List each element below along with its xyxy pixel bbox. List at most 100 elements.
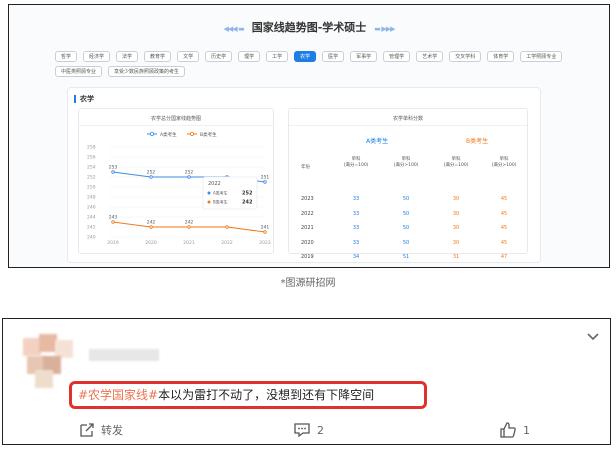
tab-7[interactable]: 工学 xyxy=(266,51,289,62)
tooltip-a-dot xyxy=(207,191,211,195)
tab-2[interactable]: 法学 xyxy=(116,51,139,62)
table-cell: 30 xyxy=(452,239,460,246)
like-button[interactable]: 1 xyxy=(499,422,530,438)
tooltip-b-value: 242 xyxy=(242,200,253,206)
comment-text: #农学国家线#本以为雷打不动了，没想到还有下降空间 xyxy=(69,381,427,409)
section-title: 农学 xyxy=(80,95,94,103)
tab-9[interactable]: 医学 xyxy=(322,51,345,62)
tab-11[interactable]: 管理学 xyxy=(383,51,411,62)
tab-17[interactable]: 享受少数民族照顾政策的考生 xyxy=(108,66,186,77)
comment-count: 2 xyxy=(317,423,324,437)
table-cell: 45 xyxy=(500,210,508,217)
table-cell: 47 xyxy=(500,254,508,260)
table-cell: 50 xyxy=(402,196,410,202)
screenshot-panel: ◀◀◀ ▬ 国家线趋势图-学术硕士 ▬ ▶▶▶ 哲学 经济学 法学 教育学 文学 历史学 理学工… xyxy=(8,4,610,268)
tab-8[interactable]: 农学 xyxy=(294,51,317,62)
tab-1[interactable]: 经济学 xyxy=(83,51,111,62)
y-tick-label: 246 xyxy=(87,205,96,211)
title-right-deco: ▬ ▶▶▶ xyxy=(374,25,395,33)
legend-marker xyxy=(190,131,195,136)
section-accent-bar xyxy=(74,95,76,103)
x-tick-label: 2023 xyxy=(259,240,271,246)
table-head-year: 年份 xyxy=(301,165,310,170)
trend-chart-box: 农学总分国家线趋势图 A类考生 B类考生 258 256 254 252 250 248 246… xyxy=(78,108,274,254)
table-cell: 50 xyxy=(402,210,410,217)
tab-13[interactable]: 交叉学科 xyxy=(449,51,482,62)
data-label: 243 xyxy=(109,215,118,221)
hashtag-link[interactable]: #农学国家线# xyxy=(78,388,158,402)
tab-4[interactable]: 文学 xyxy=(177,51,200,62)
legend-marker xyxy=(150,131,155,136)
x-tick-label: 2020 xyxy=(145,240,157,246)
y-tick-label: 240 xyxy=(87,235,96,241)
table-cell: 33 xyxy=(352,196,360,202)
username-blurred[interactable] xyxy=(89,349,159,361)
tab-12[interactable]: 艺术学 xyxy=(416,51,444,62)
tab-3[interactable]: 教育学 xyxy=(144,51,172,62)
tab-0[interactable]: 哲学 xyxy=(55,51,78,62)
data-label: 242 xyxy=(147,220,156,226)
y-tick-label: 258 xyxy=(87,145,96,151)
data-point xyxy=(187,225,191,229)
table-divider xyxy=(289,125,527,126)
repost-button[interactable]: 转发 xyxy=(79,422,123,438)
table-cell-year: 2020 xyxy=(301,239,314,246)
data-point xyxy=(111,220,115,224)
table-title: 农学单科分数 xyxy=(392,116,423,122)
single-score-table-box: 农学单科分数 A类考生 B类考生 年份 单科 (满分=100) 单科 (满分>100… xyxy=(288,108,528,260)
table-cell-year: 2023 xyxy=(301,196,314,202)
table-cell: 50 xyxy=(402,225,410,231)
page-title: ◀◀◀ ▬ 国家线趋势图-学术硕士 ▬ ▶▶▶ xyxy=(9,19,609,35)
trend-chart: A类考生 B类考生 258 256 254 252 250 248 246 244 242 240 20… xyxy=(87,131,271,246)
title-left-deco: ◀◀◀ ▬ xyxy=(223,25,245,33)
action-bar: 转发 2 1 xyxy=(3,422,610,440)
tooltip-b-dot xyxy=(207,200,211,204)
data-label: 252 xyxy=(147,170,156,176)
comment-icon xyxy=(294,423,310,438)
comment-card: #农学国家线#本以为雷打不动了，没想到还有下降空间 转发 2 1 xyxy=(2,318,611,445)
tooltip-a-value: 252 xyxy=(242,191,253,197)
content-card: 农学 农学总分国家线趋势图 A类考生 B类考生 258 256 254 252 250 248… xyxy=(67,87,541,263)
table-cell: 45 xyxy=(500,225,508,231)
comment-body: 本以为雷打不动了，没想到还有下降空间 xyxy=(158,388,375,402)
table-cell-year: 2021 xyxy=(301,225,314,231)
avatar[interactable] xyxy=(21,334,73,388)
data-label: 251 xyxy=(261,175,270,181)
share-icon xyxy=(80,423,94,437)
y-tick-label: 250 xyxy=(87,185,96,191)
tab-10[interactable]: 军事学 xyxy=(350,51,378,62)
tab-5[interactable]: 历史学 xyxy=(205,51,233,62)
data-label: 252 xyxy=(185,170,194,176)
comment-button[interactable]: 2 xyxy=(293,422,324,438)
table-cell: 30 xyxy=(452,225,460,231)
table-b-label: B类考生 xyxy=(466,138,489,145)
data-point xyxy=(263,230,267,234)
data-point xyxy=(111,170,115,174)
table-cell: 33 xyxy=(352,225,360,231)
thumbs-up-icon xyxy=(500,422,516,438)
avatar-blur-block xyxy=(35,370,53,388)
y-tick-label: 248 xyxy=(87,195,96,201)
table-cell: 50 xyxy=(402,239,410,246)
table-cell-year: 2022 xyxy=(301,210,314,217)
table-cell: 51 xyxy=(402,254,410,260)
table-cell: 33 xyxy=(352,239,360,246)
table-head-col: 单科 (满分>100) xyxy=(393,157,419,168)
data-point xyxy=(263,180,267,184)
table-cell: 33 xyxy=(352,210,360,217)
page-title-text: 国家线趋势图-学术硕士 xyxy=(251,21,367,34)
tab-6[interactable]: 理学 xyxy=(238,51,261,62)
table-cell: 31 xyxy=(452,254,460,260)
table-cell: 30 xyxy=(452,196,460,202)
table-head-col: 单科 (满分>100) xyxy=(491,157,517,168)
chevron-down-icon[interactable] xyxy=(586,331,600,341)
table-head-col: 单科 (满分=100) xyxy=(343,157,369,168)
y-tick-label: 244 xyxy=(87,215,96,221)
section-header: 农学 xyxy=(74,94,94,104)
tab-15[interactable]: 工学照顾专业 xyxy=(520,51,563,62)
tooltip-b-label: B类考生 xyxy=(213,199,228,205)
tab-16[interactable]: 中医类照顾专业 xyxy=(55,66,103,77)
table-a-label: A类考生 xyxy=(366,138,389,145)
y-tick-label: 254 xyxy=(87,165,96,171)
tab-14[interactable]: 体育学 xyxy=(487,51,515,62)
